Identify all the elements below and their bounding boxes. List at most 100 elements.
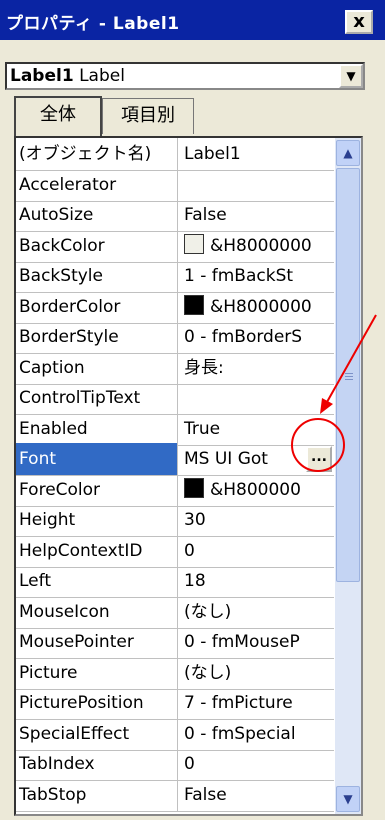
grip-icon <box>345 373 353 374</box>
property-value[interactable]: 18 <box>180 565 334 597</box>
property-name: MouseIcon <box>16 595 178 628</box>
property-value-text: (なし) <box>184 662 232 683</box>
property-row[interactable]: Height 30 <box>16 504 334 537</box>
property-name: Caption <box>16 351 178 384</box>
property-value[interactable]: 0 - fmSpecial <box>180 718 334 750</box>
property-value[interactable]: MS UI Got... <box>180 443 334 475</box>
property-value-text: &H8000000 <box>210 296 312 317</box>
property-value-text: MS UI Got <box>184 449 268 469</box>
chevron-up-icon: ▲ <box>343 146 353 160</box>
property-value-text: (なし) <box>184 601 232 622</box>
property-value-text: Label1 <box>184 144 241 164</box>
property-name: (オブジェクト名) <box>16 138 178 170</box>
color-swatch <box>184 233 204 254</box>
property-row[interactable]: ForeColor &H800000 <box>16 473 334 507</box>
property-row[interactable]: (オブジェクト名) Label1 <box>16 138 334 171</box>
property-value[interactable]: &H800000 <box>180 474 334 506</box>
property-value[interactable] <box>180 169 334 201</box>
property-name: MousePointer <box>16 626 178 658</box>
property-value[interactable]: 7 - fmPicture <box>180 687 334 719</box>
property-value[interactable]: 0 - fmBorderS <box>180 321 334 353</box>
tab-categorized[interactable]: 項目別 <box>102 98 194 134</box>
vertical-scrollbar[interactable]: ▲ ▼ <box>335 138 361 814</box>
property-value[interactable]: False <box>180 779 334 811</box>
property-value[interactable]: Label1 <box>180 138 334 170</box>
property-value[interactable]: 0 <box>180 748 334 780</box>
object-selector[interactable]: Label1 Label ▼ <box>5 62 365 90</box>
property-value[interactable]: 30 <box>180 504 334 536</box>
property-value-text: 30 <box>184 510 206 530</box>
tab-alphabetic[interactable]: 全体 <box>14 96 102 136</box>
property-row[interactable]: SpecialEffect 0 - fmSpecial <box>16 717 334 751</box>
property-row[interactable]: AutoSize False <box>16 199 334 232</box>
property-value[interactable]: 0 - fmMouseP <box>180 626 334 658</box>
property-value[interactable]: &H8000000 <box>180 291 334 323</box>
property-value-text: False <box>184 205 227 225</box>
property-row[interactable]: BorderColor &H8000000 <box>16 290 334 324</box>
color-swatch <box>184 477 204 498</box>
property-name: TabIndex <box>16 748 178 780</box>
window-title: プロパティ - Label1 <box>6 14 180 34</box>
property-value[interactable]: (なし) <box>180 657 334 689</box>
property-row[interactable]: MousePointer 0 - fmMouseP <box>16 626 334 659</box>
property-value-text: False <box>184 784 227 805</box>
property-name: Enabled <box>16 412 178 445</box>
title-bar: プロパティ - Label1 x <box>0 0 385 40</box>
property-row[interactable]: Caption 身長: <box>16 351 334 385</box>
color-swatch <box>184 294 204 315</box>
property-grid: (オブジェクト名) Label1 Accelerator AutoSize False B… <box>14 136 363 816</box>
scroll-down-button[interactable]: ▼ <box>336 786 360 812</box>
property-row[interactable]: BackColor &H8000000 <box>16 229 334 263</box>
property-name: Accelerator <box>16 168 178 201</box>
property-row[interactable]: TabIndex 0 <box>16 748 334 781</box>
property-value-text: 身長: <box>184 357 224 378</box>
scroll-up-button[interactable]: ▲ <box>336 140 360 166</box>
property-value[interactable]: True <box>180 413 334 445</box>
property-row[interactable]: Picture (なし) <box>16 656 334 690</box>
ellipsis-button[interactable]: ... <box>306 446 332 472</box>
property-row[interactable]: ControlTipText <box>16 382 334 415</box>
property-row[interactable]: Accelerator <box>16 168 334 202</box>
property-value-text: 0 <box>184 540 195 561</box>
property-value[interactable]: 身長: <box>180 352 334 384</box>
property-row[interactable]: Font MS UI Got... <box>16 443 334 476</box>
chevron-down-icon[interactable]: ▼ <box>339 64 363 88</box>
close-button[interactable]: x <box>345 10 373 34</box>
property-name: Left <box>16 565 178 597</box>
property-name: Height <box>16 504 178 536</box>
property-name: ControlTipText <box>16 382 178 414</box>
property-row[interactable]: BackStyle 1 - fmBackSt <box>16 260 334 293</box>
object-name: Label1 <box>10 66 74 86</box>
property-name: BackColor <box>16 229 178 262</box>
property-row[interactable]: PicturePosition 7 - fmPicture <box>16 687 334 720</box>
property-row[interactable]: BorderStyle 0 - fmBorderS <box>16 321 334 354</box>
property-value-text: True <box>184 418 221 439</box>
property-value[interactable]: 1 - fmBackSt <box>180 260 334 292</box>
property-name: BackStyle <box>16 260 178 292</box>
property-value[interactable] <box>180 382 334 414</box>
property-row[interactable]: MouseIcon (なし) <box>16 595 334 629</box>
property-value[interactable]: &H8000000 <box>180 230 334 262</box>
property-value-text: &H800000 <box>210 479 301 500</box>
close-icon: x <box>353 11 365 32</box>
property-row[interactable]: Enabled True <box>16 412 334 446</box>
property-name: TabStop <box>16 778 178 811</box>
property-name: BorderStyle <box>16 321 178 353</box>
property-value-text: 7 - fmPicture <box>184 693 293 713</box>
property-row[interactable]: TabStop False <box>16 778 334 812</box>
property-value-text: 18 <box>184 571 206 591</box>
property-value-text: 0 - fmMouseP <box>184 632 300 652</box>
property-name: ForeColor <box>16 473 178 506</box>
chevron-down-icon: ▼ <box>343 792 353 806</box>
property-value[interactable]: False <box>180 199 334 231</box>
property-name: BorderColor <box>16 290 178 323</box>
property-value[interactable]: 0 <box>180 535 334 567</box>
property-value[interactable]: (なし) <box>180 596 334 628</box>
property-value-text: 1 - fmBackSt <box>184 266 294 286</box>
property-value-text: &H8000000 <box>210 235 312 256</box>
property-row[interactable]: HelpContextID 0 <box>16 534 334 568</box>
property-name: PicturePosition <box>16 687 178 719</box>
property-row[interactable]: Left 18 <box>16 565 334 598</box>
property-value-text: 0 <box>184 754 195 774</box>
scroll-thumb[interactable] <box>336 168 360 582</box>
